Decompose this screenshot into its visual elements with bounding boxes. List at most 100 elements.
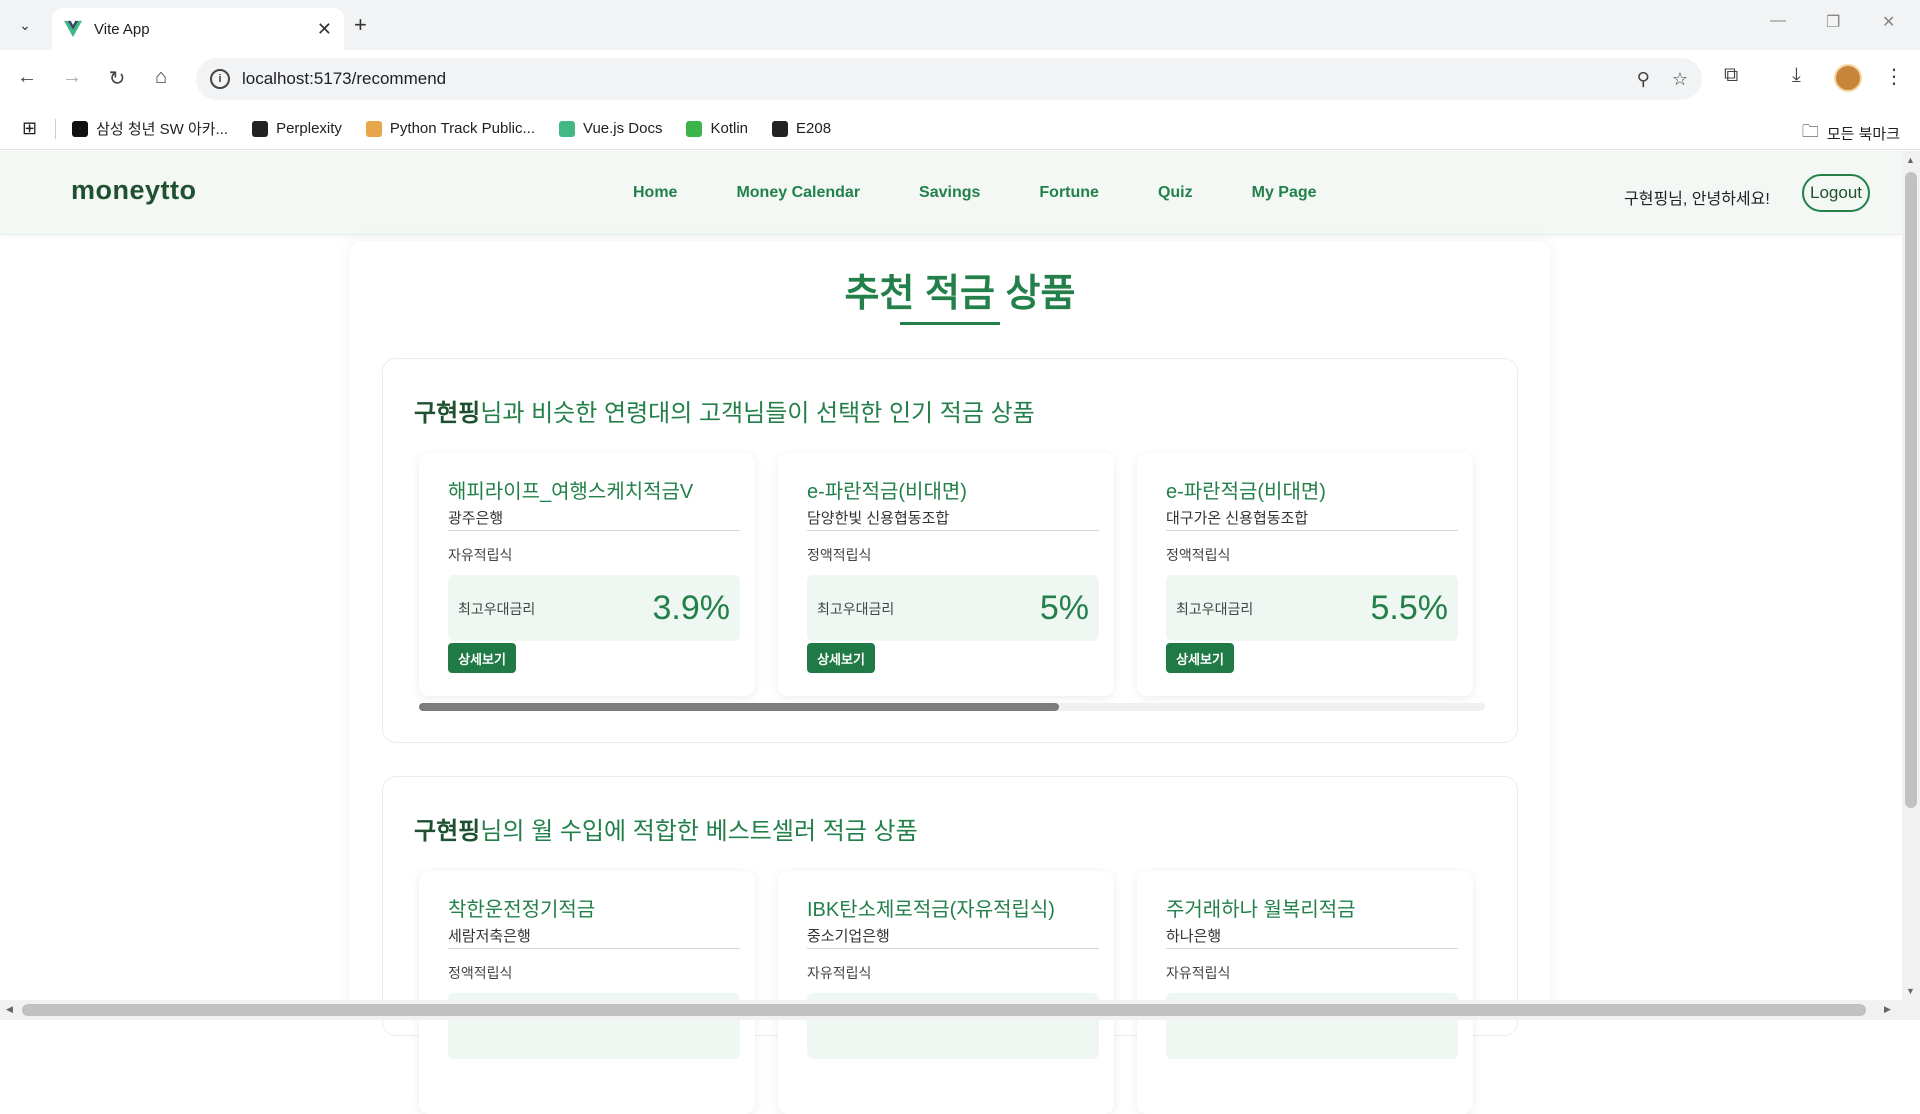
bookmark-favicon-icon <box>365 120 382 137</box>
detail-button[interactable]: 상세보기 <box>1166 643 1234 673</box>
home-icon[interactable]: ⌂ <box>148 66 174 89</box>
section-heading: 구현핑님의 월 수입에 적합한 베스트셀러 적금 상품 <box>414 811 918 846</box>
tab-title: Vite App <box>94 20 150 38</box>
rate-box: 최고우대금리 5% <box>807 575 1099 641</box>
extensions-icon[interactable]: ⧉ <box>1724 64 1738 87</box>
bookmark-star-icon[interactable]: ☆ <box>1672 69 1688 90</box>
nav-savings[interactable]: Savings <box>919 184 980 202</box>
tab-close-icon[interactable]: ✕ <box>317 19 332 40</box>
rate-label: 최고우대금리 <box>817 601 895 617</box>
url-text[interactable]: localhost:5173/recommend <box>242 69 1615 89</box>
cards-horizontal-scrollbar[interactable] <box>419 703 1485 711</box>
rate-label: 최고우대금리 <box>458 601 536 617</box>
scrollbar-thumb[interactable] <box>22 1004 1866 1016</box>
app-header: moneytto Home Money Calendar Savings For… <box>0 151 1902 235</box>
bookmark-item[interactable]: Python Track Public... <box>365 120 535 137</box>
bookmark-favicon-icon <box>72 120 89 137</box>
scroll-down-arrow-icon[interactable]: ▼ <box>1906 986 1915 996</box>
rate-value: 3.9% <box>652 589 731 627</box>
folder-icon: 🗀 <box>1801 122 1819 141</box>
vue-favicon-icon <box>64 20 82 38</box>
bookmark-item[interactable]: Kotlin <box>686 120 748 137</box>
product-bank: 광주은행 <box>448 507 740 531</box>
window-close-icon[interactable]: ✕ <box>1882 12 1895 32</box>
popular-savings-section: 구현핑님과 비슷한 연령대의 고객님들이 선택한 인기 적금 상품 해피라이프_… <box>382 358 1518 743</box>
page-horizontal-scrollbar[interactable]: ◀ ▶ <box>0 1000 1920 1020</box>
bookmarks-bar: ⊞ 삼성 청년 SW 아카... Perplexity Python Track… <box>0 108 1920 150</box>
browser-tab-bar: ⌄ Vite App ✕ + — ❐ ✕ <box>0 0 1920 50</box>
rate-value: 5.5% <box>1370 589 1449 627</box>
new-tab-icon[interactable]: + <box>354 12 367 38</box>
minimize-icon[interactable]: — <box>1770 12 1786 30</box>
product-card: e-파란적금(비대면) 대구가온 신용협동조합 정액적립식 최고우대금리 5.5… <box>1137 453 1473 696</box>
product-name: e-파란적금(비대면) <box>1166 481 1326 503</box>
detail-button[interactable]: 상세보기 <box>807 643 875 673</box>
app-logo[interactable]: moneytto <box>71 175 197 206</box>
product-bank: 대구가온 신용협동조합 <box>1166 507 1458 531</box>
product-card: e-파란적금(비대면) 담양한빛 신용협동조합 정액적립식 최고우대금리 5% … <box>778 453 1114 696</box>
bookmark-item[interactable]: E208 <box>772 120 831 137</box>
bookmark-label: Vue.js Docs <box>583 120 663 137</box>
tab-search-chevron-icon[interactable]: ⌄ <box>10 10 40 40</box>
scrollbar-thumb[interactable] <box>419 703 1059 711</box>
logout-button[interactable]: Logout <box>1802 174 1870 212</box>
rate-box: 최고우대금리 3.9% <box>448 575 740 641</box>
bookmark-item[interactable]: Perplexity <box>252 120 342 137</box>
browser-tab[interactable]: Vite App ✕ <box>52 8 344 50</box>
heading-text: 님의 월 수입에 적합한 베스트셀러 적금 상품 <box>480 818 918 845</box>
nav-home[interactable]: Home <box>633 184 677 202</box>
all-bookmarks[interactable]: 🗀 모든 북마크 <box>1802 119 1900 148</box>
forward-icon[interactable]: → <box>59 66 85 89</box>
reload-icon[interactable]: ↻ <box>104 66 130 91</box>
bookmark-favicon-icon <box>559 120 575 137</box>
rate-label: 최고우대금리 <box>1176 601 1254 617</box>
bookmark-item[interactable]: Vue.js Docs <box>559 120 662 137</box>
product-type: 자유적립식 <box>807 965 872 981</box>
scroll-left-arrow-icon[interactable]: ◀ <box>6 1004 13 1015</box>
nav-money-calendar[interactable]: Money Calendar <box>736 184 860 202</box>
profile-avatar[interactable] <box>1834 64 1862 92</box>
product-name: 주거래하나 월복리적금 <box>1166 899 1356 921</box>
nav-my-page[interactable]: My Page <box>1252 184 1317 202</box>
product-name: IBK탄소제로적금(자유적립식) <box>807 899 1055 921</box>
address-bar[interactable]: i localhost:5173/recommend ⚲ ☆ <box>196 58 1702 100</box>
product-name: 착한운전정기적금 <box>448 899 596 921</box>
product-type: 정액적립식 <box>1166 547 1231 563</box>
bookmark-item[interactable]: 삼성 청년 SW 아카... <box>72 118 228 139</box>
rate-box: 최고우대금리 5.5% <box>1166 575 1458 641</box>
product-type: 자유적립식 <box>1166 965 1231 981</box>
scrollbar-thumb[interactable] <box>1905 172 1917 808</box>
bookmark-label: Perplexity <box>276 120 342 137</box>
zoom-icon[interactable]: ⚲ <box>1637 69 1650 90</box>
product-bank: 담양한빛 신용협동조합 <box>807 507 1099 531</box>
bookmark-favicon-icon <box>252 120 269 137</box>
scroll-up-arrow-icon[interactable]: ▲ <box>1906 155 1915 165</box>
product-card: 주거래하나 월복리적금 하나은행 자유적립식 <box>1137 871 1473 1114</box>
heading-username: 구현핑 <box>414 818 481 845</box>
apps-grid-icon[interactable]: ⊞ <box>22 118 37 139</box>
menu-kebab-icon[interactable]: ⋮ <box>1884 64 1904 89</box>
product-type: 정액적립식 <box>807 547 872 563</box>
product-name: e-파란적금(비대면) <box>807 481 967 503</box>
heading-text: 님과 비슷한 연령대의 고객님들이 선택한 인기 적금 상품 <box>480 400 1035 427</box>
product-card: 착한운전정기적금 세람저축은행 정액적립식 <box>419 871 755 1114</box>
title-underline <box>900 322 1000 325</box>
scroll-right-arrow-icon[interactable]: ▶ <box>1884 1004 1891 1015</box>
product-name: 해피라이프_여행스케치적금V <box>448 481 694 503</box>
section-heading: 구현핑님과 비슷한 연령대의 고객님들이 선택한 인기 적금 상품 <box>414 393 1035 428</box>
restore-icon[interactable]: ❐ <box>1826 12 1840 32</box>
site-info-icon[interactable]: i <box>210 69 230 89</box>
product-bank: 중소기업은행 <box>807 925 1099 949</box>
rate-value: 5% <box>1039 589 1089 627</box>
bookmark-label: Kotlin <box>710 120 749 137</box>
download-icon[interactable]: ⤓ <box>1792 64 1801 87</box>
bookmark-label: E208 <box>796 120 832 137</box>
product-card: IBK탄소제로적금(자유적립식) 중소기업은행 자유적립식 <box>778 871 1114 1114</box>
product-type: 정액적립식 <box>448 965 513 981</box>
detail-button[interactable]: 상세보기 <box>448 643 516 673</box>
page-title: 추천 적금 상품 <box>844 273 1076 315</box>
nav-quiz[interactable]: Quiz <box>1158 184 1193 202</box>
nav-fortune[interactable]: Fortune <box>1039 184 1099 202</box>
page-vertical-scrollbar[interactable]: ▲ ▼ <box>1902 151 1920 1000</box>
back-icon[interactable]: ← <box>14 66 40 89</box>
